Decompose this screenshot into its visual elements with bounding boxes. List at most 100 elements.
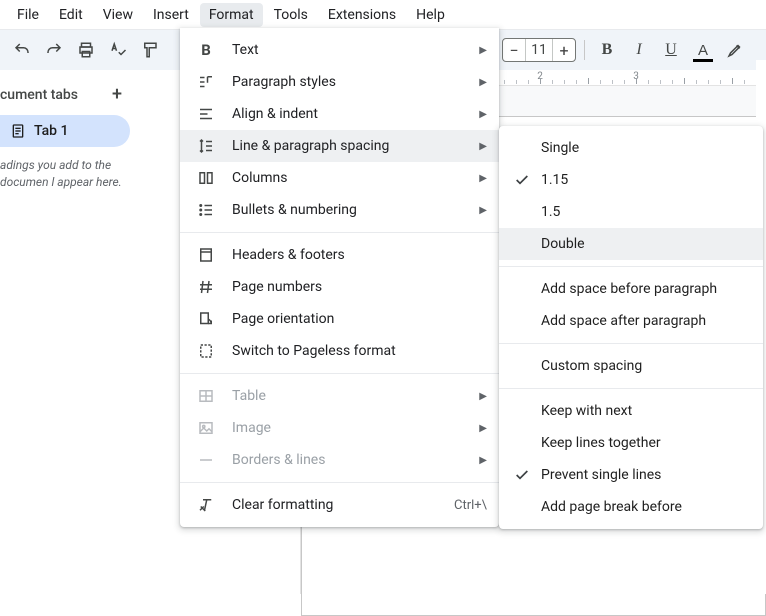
format-menu-image: Image ▶ [180, 412, 499, 444]
document-tabs-sidebar: cument tabs + Tab 1 adings you add to th… [0, 70, 130, 594]
italic-button[interactable]: I [625, 36, 653, 64]
line-spacing-submenu: Single 1.15 1.5 Double Add space before para… [499, 126, 763, 529]
menu-file[interactable]: File [8, 3, 48, 27]
sidebar-title: cument tabs [0, 87, 78, 103]
menu-view[interactable]: View [94, 3, 142, 27]
submenu-item-label: 1.15 [541, 172, 747, 188]
menu-item-label: Page numbers [232, 279, 487, 295]
redo-button[interactable] [40, 36, 68, 64]
menu-insert[interactable]: Insert [144, 3, 198, 27]
menu-item-label: Text [232, 42, 463, 58]
menu-format[interactable]: Format [200, 3, 263, 27]
add-tab-icon[interactable]: + [112, 84, 122, 105]
menu-item-label: Table [232, 388, 463, 404]
line-spacing-double[interactable]: Double [499, 228, 763, 260]
menu-item-label: Line & paragraph spacing [232, 138, 463, 154]
table-icon [196, 387, 216, 405]
headers-icon [196, 246, 216, 264]
text-color-button[interactable]: A [689, 36, 717, 64]
format-menu-switch-to-pageless-format[interactable]: Switch to Pageless format [180, 335, 499, 367]
submenu-item-label: Add space after paragraph [541, 313, 747, 329]
orientation-icon [196, 310, 216, 328]
format-menu-table: Table ▶ [180, 380, 499, 412]
format-menu-text[interactable]: B Text ▶ [180, 34, 499, 66]
menu-item-label: Headers & footers [232, 247, 487, 263]
menu-item-label: Bullets & numbering [232, 202, 463, 218]
print-button[interactable] [72, 36, 100, 64]
line-spacing-custom-spacing[interactable]: Custom spacing [499, 350, 763, 382]
line-spacing-keep-lines-together[interactable]: Keep lines together [499, 427, 763, 459]
submenu-item-label: Keep with next [541, 403, 747, 419]
image-icon [196, 419, 216, 437]
format-menu-dropdown: BText▶Paragraph styles▶Align & indent▶Li… [180, 28, 499, 527]
font-size-value[interactable]: 11 [525, 39, 553, 61]
font-size-increase[interactable]: + [553, 41, 575, 60]
format-menu-columns[interactable]: Columns ▶ [180, 162, 499, 194]
para-styles-icon [196, 73, 216, 91]
format-menu-page-orientation[interactable]: Page orientation [180, 303, 499, 335]
format-menu-paragraph-styles[interactable]: Paragraph styles▶ [180, 66, 499, 98]
line-spacing-1-15[interactable]: 1.15 [499, 164, 763, 196]
submenu-arrow-icon: ▶ [479, 109, 487, 120]
menu-item-label: Paragraph styles [232, 74, 463, 90]
submenu-item-label: Double [541, 236, 747, 252]
submenu-item-label: Keep lines together [541, 435, 747, 451]
submenu-arrow-icon: ▶ [479, 141, 487, 152]
menu-edit[interactable]: Edit [50, 3, 92, 27]
format-menu-bullets-numbering[interactable]: Bullets & numbering ▶ [180, 194, 499, 226]
check-icon [513, 467, 531, 483]
document-tab-label: Tab 1 [34, 123, 68, 139]
format-menu-line-paragraph-spacing[interactable]: Line & paragraph spacing ▶ [180, 130, 499, 162]
outline-hint-text: adings you add to the documen l appear h… [0, 147, 130, 191]
font-size-decrease[interactable]: − [503, 41, 525, 60]
menu-item-label: Image [232, 420, 463, 436]
toolbar-separator [584, 40, 585, 60]
format-menu-headers-footers[interactable]: Headers & footers [180, 239, 499, 271]
menu-item-label: Clear formatting [232, 497, 438, 513]
hash-icon [196, 278, 216, 296]
line-spacing-keep-with-next[interactable]: Keep with next [499, 395, 763, 427]
bold-icon: B [196, 41, 216, 59]
bold-button[interactable]: B [593, 36, 621, 64]
submenu-arrow-icon: ▶ [479, 45, 487, 56]
check-icon [513, 172, 531, 188]
submenu-item-label: Custom spacing [541, 358, 747, 374]
menu-help[interactable]: Help [407, 3, 454, 27]
line-spacing-prevent-single-lines[interactable]: Prevent single lines [499, 459, 763, 491]
bullets-icon [196, 201, 216, 219]
line-spacing-single[interactable]: Single [499, 132, 763, 164]
menu-extensions[interactable]: Extensions [319, 3, 405, 27]
menu-item-label: Columns [232, 170, 463, 186]
submenu-arrow-icon: ▶ [479, 423, 487, 434]
submenu-arrow-icon: ▶ [479, 205, 487, 216]
line-spacing-icon [196, 137, 216, 155]
submenu-item-label: Prevent single lines [541, 467, 747, 483]
paint-format-button[interactable] [136, 36, 164, 64]
clear-icon [196, 496, 216, 514]
submenu-item-label: Single [541, 140, 747, 156]
menu-item-label: Switch to Pageless format [232, 343, 487, 359]
format-menu-clear-formatting[interactable]: Clear formattingCtrl+\ [180, 489, 499, 521]
font-size-stepper[interactable]: − 11 + [502, 38, 576, 62]
line-spacing-add-space-before-paragraph[interactable]: Add space before paragraph [499, 273, 763, 305]
columns-icon [196, 169, 216, 187]
borders-icon [196, 451, 216, 469]
format-menu-page-numbers[interactable]: Page numbers [180, 271, 499, 303]
menu-tools[interactable]: Tools [265, 3, 317, 27]
format-menu-align-indent[interactable]: Align & indent▶ [180, 98, 499, 130]
submenu-arrow-icon: ▶ [479, 173, 487, 184]
line-spacing-add-page-break-before[interactable]: Add page break before [499, 491, 763, 523]
line-spacing-1-5[interactable]: 1.5 [499, 196, 763, 228]
submenu-item-label: Add page break before [541, 499, 747, 515]
spellcheck-button[interactable] [104, 36, 132, 64]
line-spacing-add-space-after-paragraph[interactable]: Add space after paragraph [499, 305, 763, 337]
highlight-color-button[interactable] [721, 36, 749, 64]
submenu-arrow-icon: ▶ [479, 391, 487, 402]
menubar: FileEditViewInsertFormatToolsExtensionsH… [0, 0, 766, 30]
undo-button[interactable] [8, 36, 36, 64]
align-icon [196, 105, 216, 123]
pageless-icon [196, 342, 216, 360]
underline-button[interactable]: U [657, 36, 685, 64]
document-tab[interactable]: Tab 1 [0, 115, 130, 147]
menu-item-label: Borders & lines [232, 452, 463, 468]
